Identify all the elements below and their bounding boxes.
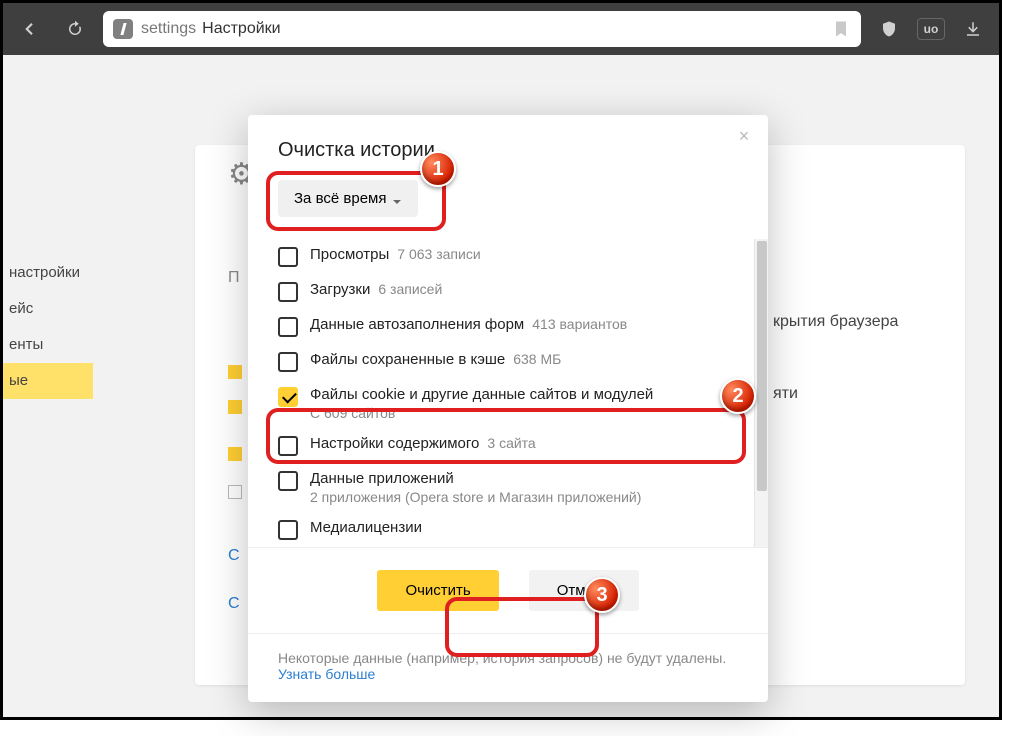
sidebar-item[interactable]: енты — [9, 327, 93, 363]
option-media-licenses[interactable]: Медиалицензии — [278, 512, 758, 547]
extension-icon[interactable]: uo — [917, 18, 945, 40]
reload-button[interactable] — [57, 11, 93, 47]
dialog-title: Очистка истории — [278, 139, 738, 162]
option-downloads[interactable]: Загрузки 6 записей — [278, 274, 758, 309]
scrollbar-thumb[interactable] — [757, 241, 767, 491]
downloads-icon[interactable] — [955, 11, 991, 47]
options-list: Просмотры 7 063 записи Загрузки 6 записе… — [278, 239, 758, 547]
checkbox[interactable] — [278, 520, 298, 540]
option-sub: 2 приложения (Opera store и Магазин прил… — [310, 489, 641, 505]
annotation-badge-2: 2 — [720, 378, 756, 414]
checkbox[interactable] — [278, 352, 298, 372]
option-browsing-history[interactable]: Просмотры 7 063 записи — [278, 239, 758, 274]
bookmark-icon[interactable] — [831, 17, 851, 41]
sidebar-item[interactable]: ейс — [9, 291, 93, 327]
checkbox[interactable] — [278, 387, 298, 407]
option-cookies[interactable]: Файлы cookie и другие данные сайтов и мо… — [278, 379, 758, 428]
option-cache[interactable]: Файлы сохраненные в кэше 638 МБ — [278, 344, 758, 379]
annotation-badge-1: 1 — [420, 151, 456, 187]
site-icon — [113, 19, 133, 39]
option-content-settings[interactable]: Настройки содержимого 3 сайта — [278, 428, 758, 463]
option-app-data[interactable]: Данные приложений 2 приложения (Opera st… — [278, 463, 758, 512]
option-label: Данные автозаполнения форм — [310, 316, 524, 333]
scrollbar[interactable] — [754, 239, 768, 547]
address-text: settings Настройки — [141, 20, 281, 38]
option-detail: 3 сайта — [487, 435, 535, 452]
checkbox[interactable] — [278, 282, 298, 302]
option-detail: 413 вариантов — [532, 316, 627, 333]
sidebar-item[interactable]: настройки — [9, 255, 93, 291]
checkbox[interactable] — [278, 247, 298, 267]
option-label: Загрузки — [310, 281, 370, 298]
option-detail: 6 записей — [378, 281, 442, 298]
browser-toolbar: settings Настройки uo — [3, 3, 999, 55]
option-label: Файлы сохраненные в кэше — [310, 351, 505, 368]
option-label: Файлы cookie и другие данные сайтов и мо… — [310, 386, 653, 403]
address-bar[interactable]: settings Настройки — [103, 11, 861, 47]
back-button[interactable] — [11, 11, 47, 47]
page-area: настройки ейс енты ые ⚙ П крытия браузер… — [3, 55, 999, 717]
clear-button[interactable]: Очистить — [377, 570, 498, 611]
close-button[interactable]: × — [734, 127, 754, 147]
checkbox[interactable] — [278, 317, 298, 337]
checkbox[interactable] — [278, 436, 298, 456]
note-text: Некоторые данные (например, история запр… — [278, 650, 726, 666]
option-sub: С 609 сайтов — [310, 405, 653, 421]
option-label: Данные приложений — [310, 470, 454, 487]
option-detail: 7 063 записи — [397, 246, 480, 263]
annotation-badge-3: 3 — [584, 577, 620, 613]
clear-history-dialog: × Очистка истории За всё время Просмотры… — [248, 115, 768, 702]
option-label: Медиалицензии — [310, 519, 422, 536]
option-autofill[interactable]: Данные автозаполнения форм 413 вариантов — [278, 309, 758, 344]
option-label: Просмотры — [310, 246, 389, 263]
checkbox[interactable] — [278, 471, 298, 491]
learn-more-link[interactable]: Узнать больше — [278, 666, 375, 682]
settings-sidebar: настройки ейс енты ые — [3, 255, 93, 399]
time-range-label: За всё время — [294, 190, 386, 207]
sidebar-item-selected[interactable]: ые — [3, 363, 93, 399]
option-detail: 638 МБ — [513, 351, 561, 368]
time-range-dropdown[interactable]: За всё время — [278, 180, 418, 217]
option-label: Настройки содержимого — [310, 435, 479, 452]
shield-icon[interactable] — [871, 11, 907, 47]
chevron-down-icon — [392, 194, 402, 204]
dialog-note: Некоторые данные (например, история запр… — [248, 633, 768, 702]
